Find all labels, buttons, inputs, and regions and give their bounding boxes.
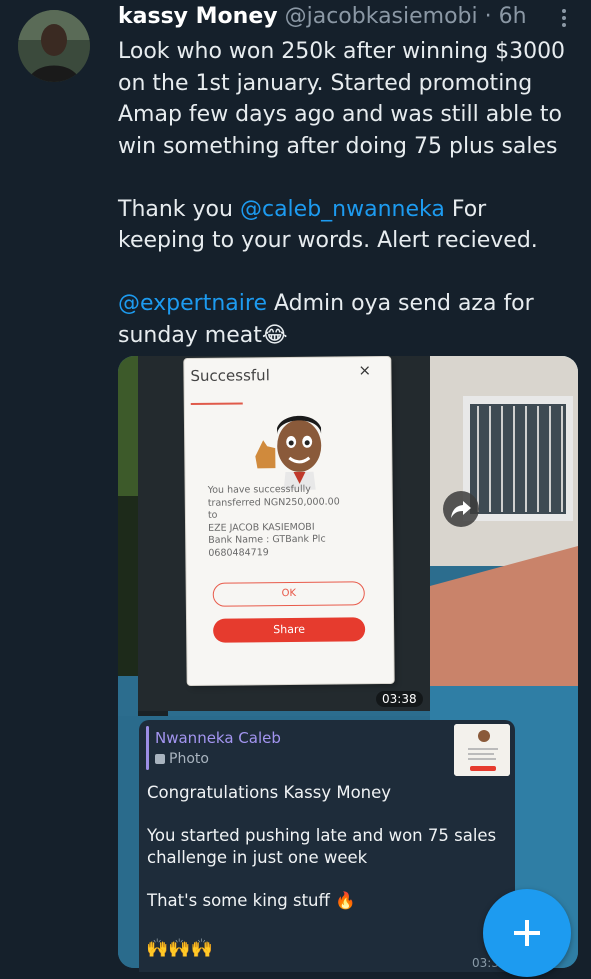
chat-message-text: Congratulations Kassy Money You started …: [147, 782, 507, 933]
dialog-message: You have successfully transferred NGN250…: [208, 483, 389, 560]
reply-quote-bar: [146, 726, 149, 770]
timestamp[interactable]: 6h: [499, 4, 527, 29]
dialog-line: 0680484719: [208, 546, 269, 559]
success-dialog: Successful × You have successfully trans…: [184, 356, 394, 686]
forward-icon: [443, 491, 479, 527]
avatar[interactable]: [18, 10, 90, 82]
more-options-icon[interactable]: [555, 6, 573, 30]
mention-link[interactable]: @expertnaire: [118, 291, 267, 316]
dialog-share-button: Share: [213, 617, 366, 643]
chat-paragraph: Congratulations Kassy Money: [147, 783, 392, 802]
dialog-title: Successful: [190, 366, 270, 386]
chat-paragraph: You started pushing late and won 75 sale…: [147, 826, 497, 867]
reply-author: Nwanneka Caleb: [155, 729, 281, 747]
photo-timestamp: 03:38: [376, 691, 423, 707]
display-name[interactable]: kassy Money: [118, 4, 278, 29]
raised-hands-emoji: 🙌🙌🙌: [146, 938, 214, 959]
thumbs-up-face-icon: [249, 406, 330, 491]
reply-thumbnail: [454, 724, 510, 776]
separator: ·: [484, 4, 492, 29]
dialog-divider: [190, 402, 243, 406]
chat-paragraph: That's some king stuff 🔥: [147, 890, 356, 910]
tweet-paragraph: @expertnaire Admin oya send aza for sund…: [118, 288, 580, 351]
reply-type-label: Photo: [169, 751, 209, 767]
plus-icon: [514, 920, 540, 946]
close-icon: ×: [358, 361, 372, 380]
tweet-header: kassy Money @jacobkasiemobi · 6h: [118, 4, 527, 29]
handle[interactable]: @jacobkasiemobi: [285, 4, 478, 29]
photo-icon: [155, 754, 165, 764]
dialog-ok-button: OK: [212, 581, 365, 607]
compose-button[interactable]: [483, 889, 571, 977]
tweet-paragraph: Thank you @caleb_nwanneka For keeping to…: [118, 194, 580, 257]
tweet-paragraph: Look who won 250k after winning $3000 on…: [118, 39, 566, 159]
reply-attachment-type: Photo: [155, 751, 209, 767]
tweet-text-span: Thank you: [118, 196, 240, 222]
mention-link[interactable]: @caleb_nwanneka: [240, 197, 445, 222]
tweet-text: Look who won 250k after winning $3000 on…: [118, 36, 580, 351]
tweet[interactable]: kassy Money @jacobkasiemobi · 6h Look wh…: [0, 0, 591, 979]
